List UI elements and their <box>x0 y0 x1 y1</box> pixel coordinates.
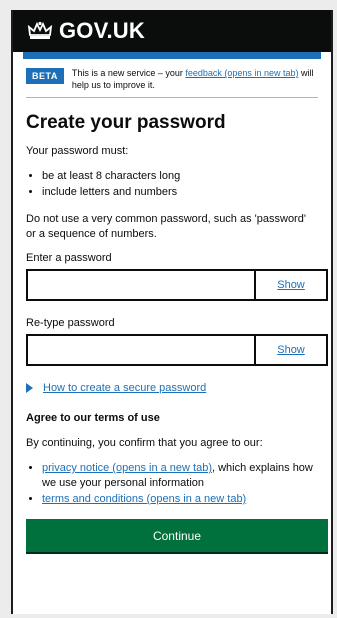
phase-banner: BETA This is a new service – your feedba… <box>26 59 318 98</box>
secure-password-details[interactable]: How to create a secure password <box>26 382 318 394</box>
main-content: BETA This is a new service – your feedba… <box>13 59 331 552</box>
password-rules-list: be at least 8 characters long include le… <box>26 169 318 200</box>
gov-uk-logo-text[interactable]: GOV.UK <box>59 18 145 44</box>
password-rule-chars: include letters and numbers <box>42 185 318 200</box>
continue-button[interactable]: Continue <box>26 519 328 552</box>
phase-text-before: This is a new service – your <box>71 68 186 78</box>
retype-password-input[interactable] <box>28 336 254 364</box>
terms-conditions-link[interactable]: terms and conditions (opens in a new tab… <box>42 493 246 505</box>
phase-banner-text: This is a new service – your feedback (o… <box>72 67 318 91</box>
password-label: Enter a password <box>26 252 112 264</box>
crown-icon <box>27 21 53 39</box>
password-rule-length: be at least 8 characters long <box>42 169 318 184</box>
page-title: Create your password <box>26 112 226 133</box>
retype-password-label: Re-type password <box>26 317 115 329</box>
show-retype-password-button[interactable]: Show <box>254 336 326 364</box>
password-intro: Your password must: <box>26 145 129 157</box>
terms-heading: Agree to our terms of use <box>26 412 160 424</box>
terms-intro: By continuing, you confirm that you agre… <box>26 437 263 449</box>
terms-item-privacy: privacy notice (opens in a new tab), whi… <box>42 461 318 491</box>
password-warning: Do not use a very common password, such … <box>26 213 306 240</box>
browser-frame: GOV.UK BETA This is a new service – your… <box>11 10 333 614</box>
expand-triangle-icon <box>26 383 33 393</box>
privacy-notice-link[interactable]: privacy notice (opens in a new tab) <box>42 462 212 474</box>
secure-password-summary[interactable]: How to create a secure password <box>43 382 206 394</box>
feedback-link[interactable]: feedback (opens in new tab) <box>185 68 298 78</box>
password-input-group: Show <box>26 269 328 301</box>
terms-list: privacy notice (opens in a new tab), whi… <box>26 461 318 507</box>
password-input[interactable] <box>28 271 254 299</box>
show-password-button[interactable]: Show <box>254 271 326 299</box>
terms-item-conditions: terms and conditions (opens in a new tab… <box>42 492 318 507</box>
header-blue-rule <box>23 52 321 59</box>
beta-tag: BETA <box>26 68 64 84</box>
site-header: GOV.UK <box>13 10 331 52</box>
retype-password-input-group: Show <box>26 334 328 366</box>
